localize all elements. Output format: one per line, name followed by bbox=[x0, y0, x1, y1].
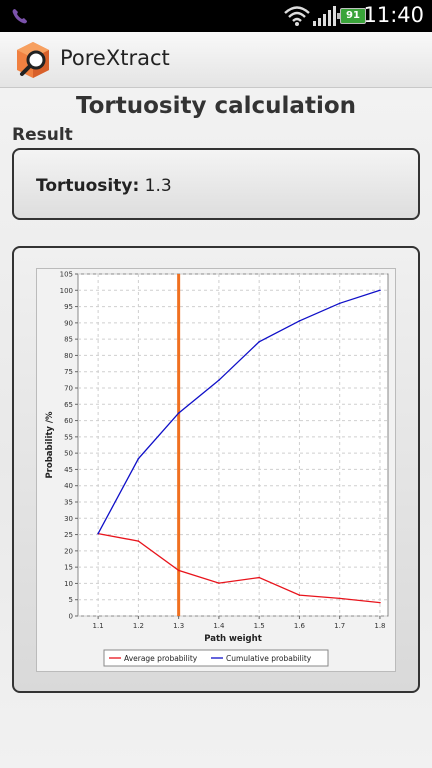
y-tick-label: 30 bbox=[64, 515, 73, 523]
app-title: PoreXtract bbox=[60, 46, 170, 70]
x-tick-label: 1.1 bbox=[93, 622, 104, 630]
probability-chart: 0 5 10 15 20 25 30 35 40 45 50 55 60 65 70 75 80 85 90 95 10… bbox=[36, 268, 396, 672]
data-point bbox=[298, 594, 301, 596]
data-point bbox=[177, 569, 180, 572]
result-box: Tortuosity: 1.3 bbox=[12, 148, 420, 220]
x-tick-label: 1.3 bbox=[173, 622, 184, 630]
y-tick-label: 55 bbox=[64, 433, 73, 441]
y-tick-label: 20 bbox=[64, 547, 73, 555]
data-point bbox=[379, 289, 381, 292]
data-point bbox=[218, 582, 220, 584]
y-tick-label: 25 bbox=[64, 531, 73, 539]
y-tick-label: 90 bbox=[64, 319, 73, 327]
data-point bbox=[258, 576, 260, 579]
page-title: Tortuosity calculation bbox=[75, 93, 357, 119]
x-tick-label: 1.4 bbox=[213, 622, 225, 630]
data-point bbox=[218, 379, 220, 381]
battery-icon: 91 bbox=[337, 8, 366, 24]
y-tick-label: 95 bbox=[64, 303, 73, 311]
data-point bbox=[379, 601, 381, 604]
data-point bbox=[177, 412, 180, 414]
wifi-icon bbox=[284, 6, 310, 26]
plot-area bbox=[77, 273, 389, 617]
data-point bbox=[258, 340, 260, 343]
y-axis-label: Probability /% bbox=[45, 411, 55, 479]
porextract-logo[interactable] bbox=[14, 40, 52, 80]
signal-icon bbox=[313, 6, 336, 26]
x-tick-label: 1.5 bbox=[254, 622, 265, 630]
data-point bbox=[298, 320, 301, 322]
status-bar: 91 11:40 bbox=[0, 0, 432, 32]
y-tick-label: 70 bbox=[64, 385, 73, 393]
viber-icon bbox=[12, 9, 27, 24]
y-tick-label: 10 bbox=[64, 580, 73, 588]
x-tick-label: 1.8 bbox=[374, 622, 385, 630]
tortuosity-label: Tortuosity: bbox=[36, 176, 140, 196]
y-tick-label: 60 bbox=[64, 417, 73, 425]
y-tick-label: 0 bbox=[69, 613, 73, 621]
status-clock: 11:40 bbox=[363, 3, 424, 27]
data-point bbox=[338, 597, 341, 600]
result-section-label: Result bbox=[12, 125, 73, 145]
y-tick-label: 40 bbox=[64, 482, 73, 490]
y-tick-label: 35 bbox=[64, 499, 73, 507]
y-tick-label: 5 bbox=[69, 596, 73, 604]
y-tick-label: 85 bbox=[64, 336, 73, 344]
data-point bbox=[97, 532, 99, 535]
legend-label-average: Average probability bbox=[124, 654, 198, 663]
x-axis-label: Path weight bbox=[204, 634, 262, 644]
data-point bbox=[137, 540, 140, 542]
tortuosity-row: Tortuosity: 1.3 bbox=[36, 176, 172, 196]
x-tick-label: 1.7 bbox=[334, 622, 345, 630]
x-tick-label: 1.2 bbox=[133, 622, 144, 630]
y-tick-label: 50 bbox=[64, 450, 73, 458]
data-point bbox=[137, 457, 140, 460]
y-tick-label: 80 bbox=[64, 352, 73, 360]
tortuosity-value: 1.3 bbox=[144, 176, 172, 196]
x-tick-label: 1.6 bbox=[294, 622, 306, 630]
y-tick-label: 45 bbox=[64, 466, 73, 474]
y-tick-label: 15 bbox=[64, 564, 73, 572]
y-tick-label: 75 bbox=[64, 368, 73, 376]
y-tick-label: 100 bbox=[60, 287, 73, 295]
legend-label-cumulative: Cumulative probability bbox=[226, 654, 312, 663]
data-point bbox=[338, 302, 341, 305]
y-tick-label: 65 bbox=[64, 401, 73, 409]
action-bar: PoreXtract bbox=[0, 32, 432, 88]
y-tick-label: 105 bbox=[60, 271, 73, 279]
